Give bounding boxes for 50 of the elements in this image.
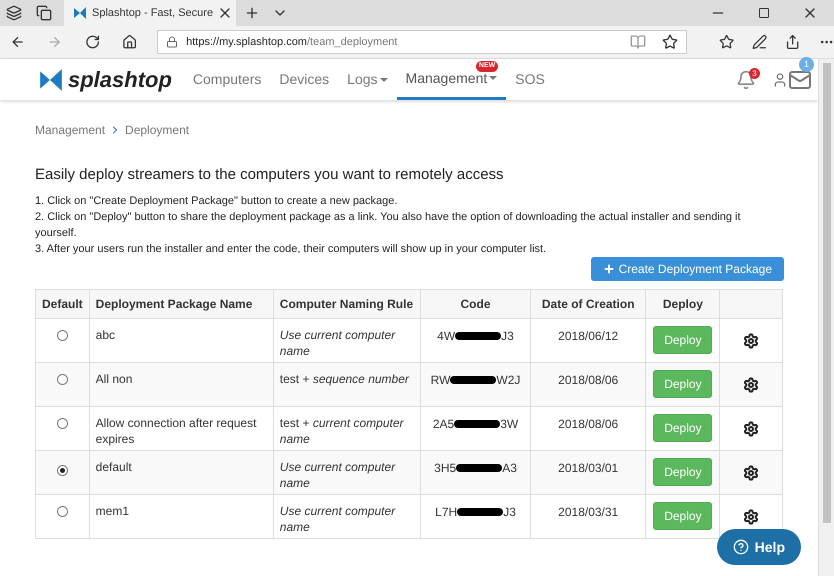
column-header: Deploy: [646, 289, 720, 318]
naming-rule: Use current computer name: [280, 328, 396, 358]
creation-date: 2018/06/12: [558, 328, 618, 342]
tab-title: Splashtop - Fast, Secure: [92, 6, 214, 21]
logo-text: splashtop: [68, 66, 172, 94]
deploy-button[interactable]: Deploy: [653, 370, 712, 398]
package-name: Allow connection after request expires: [96, 416, 256, 446]
breadcrumb-link[interactable]: Management: [35, 121, 106, 139]
package-name: mem1: [96, 504, 130, 518]
deploy-button[interactable]: Deploy: [653, 326, 712, 354]
deploy-button[interactable]: Deploy: [653, 458, 712, 486]
address-bar[interactable]: https://my.splashtop.com/team_deployment: [157, 30, 687, 54]
nav-item[interactable]: Logs: [338, 59, 397, 100]
column-header: Code: [420, 289, 530, 318]
url-text: https://my.splashtop.com/team_deployment: [186, 34, 398, 50]
creation-date: 2018/08/06: [558, 416, 618, 430]
deploy-button[interactable]: Deploy: [653, 502, 712, 530]
package-name: abc: [96, 328, 116, 342]
breadcrumb-current: Deployment: [125, 122, 190, 139]
browser-tab[interactable]: Splashtop - Fast, Secure: [64, 0, 236, 26]
column-header: Default: [36, 289, 90, 318]
nav-item[interactable]: SOS: [506, 59, 554, 100]
column-header: Date of Creation: [530, 289, 646, 318]
instruction-text: 1. Click on "Create Deployment Package" button to create a new package.: [35, 194, 398, 208]
package-code: L7H J3: [435, 504, 516, 520]
notification-count: 3: [749, 68, 760, 79]
instruction-text: 2. Click on "Deploy" button to share the deployment package as a link. You also have the option of downloading the actual installer and sending it yourself.: [35, 210, 742, 240]
nav-item[interactable]: Computers: [184, 59, 270, 100]
creation-date: 2018/03/01: [558, 460, 618, 474]
package-code: 4W J3: [437, 328, 514, 344]
creation-date: 2018/03/31: [558, 504, 618, 518]
package-name: default: [96, 460, 132, 474]
column-header: Deployment Package Name: [89, 289, 274, 318]
package-code: 3H5 A3: [434, 460, 517, 476]
package-code: RW W2J: [430, 372, 520, 388]
naming-rule: test + current computer name: [280, 416, 404, 446]
creation-date: 2018/08/06: [558, 372, 618, 386]
deploy-button[interactable]: Deploy: [653, 414, 712, 442]
package-name: All non: [96, 372, 132, 386]
naming-rule: test + sequence number: [280, 372, 409, 386]
column-header: Computer Naming Rule: [273, 289, 421, 318]
package-code: 2A5 3W: [432, 416, 518, 432]
create-package-button[interactable]: Create Deployment Package: [590, 256, 784, 280]
naming-rule: Use current computer name: [280, 460, 396, 490]
nav-item[interactable]: Devices: [270, 59, 338, 100]
help-button[interactable]: Help: [716, 529, 801, 565]
page-heading: Easily deploy streamers to the computers you want to remotely access: [35, 165, 505, 185]
instruction-text: 3. After your users run the installer and enter the code, their computers will show up in your computer list.: [35, 242, 548, 256]
message-count: 1: [799, 57, 814, 72]
naming-rule: Use current computer name: [280, 504, 396, 534]
